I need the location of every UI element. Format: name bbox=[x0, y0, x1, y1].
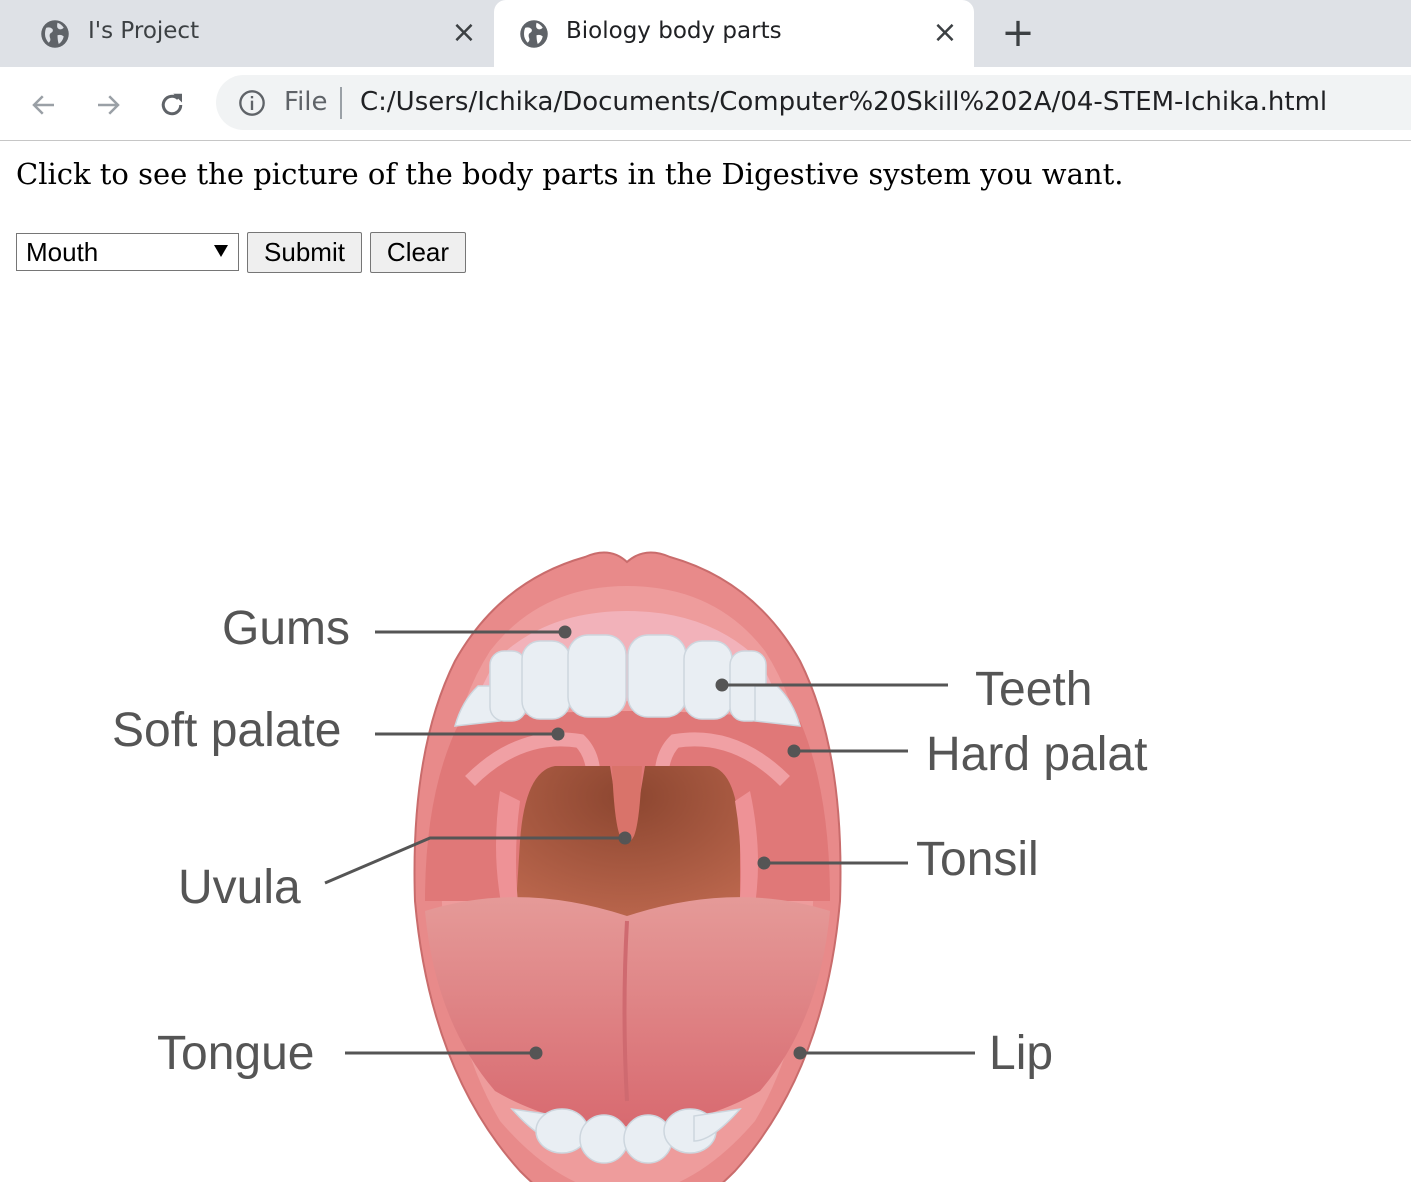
globe-icon bbox=[520, 20, 548, 48]
label-tonsil: Tonsil bbox=[916, 833, 1039, 886]
body-part-select[interactable]: Mouth bbox=[16, 233, 239, 271]
new-tab-plus-icon[interactable]: + bbox=[998, 13, 1038, 54]
label-uvula: Uvula bbox=[178, 861, 301, 914]
close-icon[interactable]: × bbox=[451, 18, 477, 48]
page-content: Click to see the picture of the body par… bbox=[0, 141, 1411, 1182]
label-gums: Gums bbox=[222, 602, 350, 655]
tab-is-project[interactable]: I's Project × bbox=[0, 0, 493, 67]
url-text[interactable]: C:/Users/Ichika/Documents/Computer%20Ski… bbox=[360, 87, 1327, 117]
mouth-diagram: Gums Soft palate Uvula Tongue Teeth Hard… bbox=[112, 551, 1147, 1182]
submit-button[interactable]: Submit bbox=[247, 232, 362, 273]
forward-arrow-icon[interactable] bbox=[88, 85, 128, 125]
back-arrow-icon[interactable] bbox=[24, 85, 64, 125]
globe-icon bbox=[41, 20, 69, 48]
address-bar[interactable]: File C:/Users/Ichika/Documents/Computer%… bbox=[216, 75, 1411, 130]
reload-icon[interactable] bbox=[152, 85, 192, 125]
divider bbox=[340, 87, 342, 119]
tab-strip: I's Project × Biology body parts × + bbox=[0, 0, 1411, 67]
dropdown-arrow-icon bbox=[214, 245, 228, 257]
selected-value: Mouth bbox=[26, 237, 99, 267]
tab-biology-body-parts[interactable]: Biology body parts × bbox=[494, 0, 974, 67]
label-soft-palate: Soft palate bbox=[112, 704, 342, 757]
instructions-text: Click to see the picture of the body par… bbox=[16, 157, 1124, 191]
info-icon[interactable] bbox=[238, 89, 266, 117]
clear-button[interactable]: Clear bbox=[370, 232, 466, 273]
tab-title: Biology body parts bbox=[566, 18, 782, 44]
scheme-label: File bbox=[284, 87, 328, 117]
label-teeth: Teeth bbox=[975, 663, 1092, 716]
tab-title: I's Project bbox=[88, 18, 200, 44]
label-lip: Lip bbox=[989, 1027, 1053, 1080]
label-tongue: Tongue bbox=[157, 1027, 314, 1080]
browser-toolbar: File C:/Users/Ichika/Documents/Computer%… bbox=[0, 67, 1411, 141]
label-hard-palate: Hard palat bbox=[926, 728, 1147, 781]
close-icon[interactable]: × bbox=[932, 18, 958, 48]
